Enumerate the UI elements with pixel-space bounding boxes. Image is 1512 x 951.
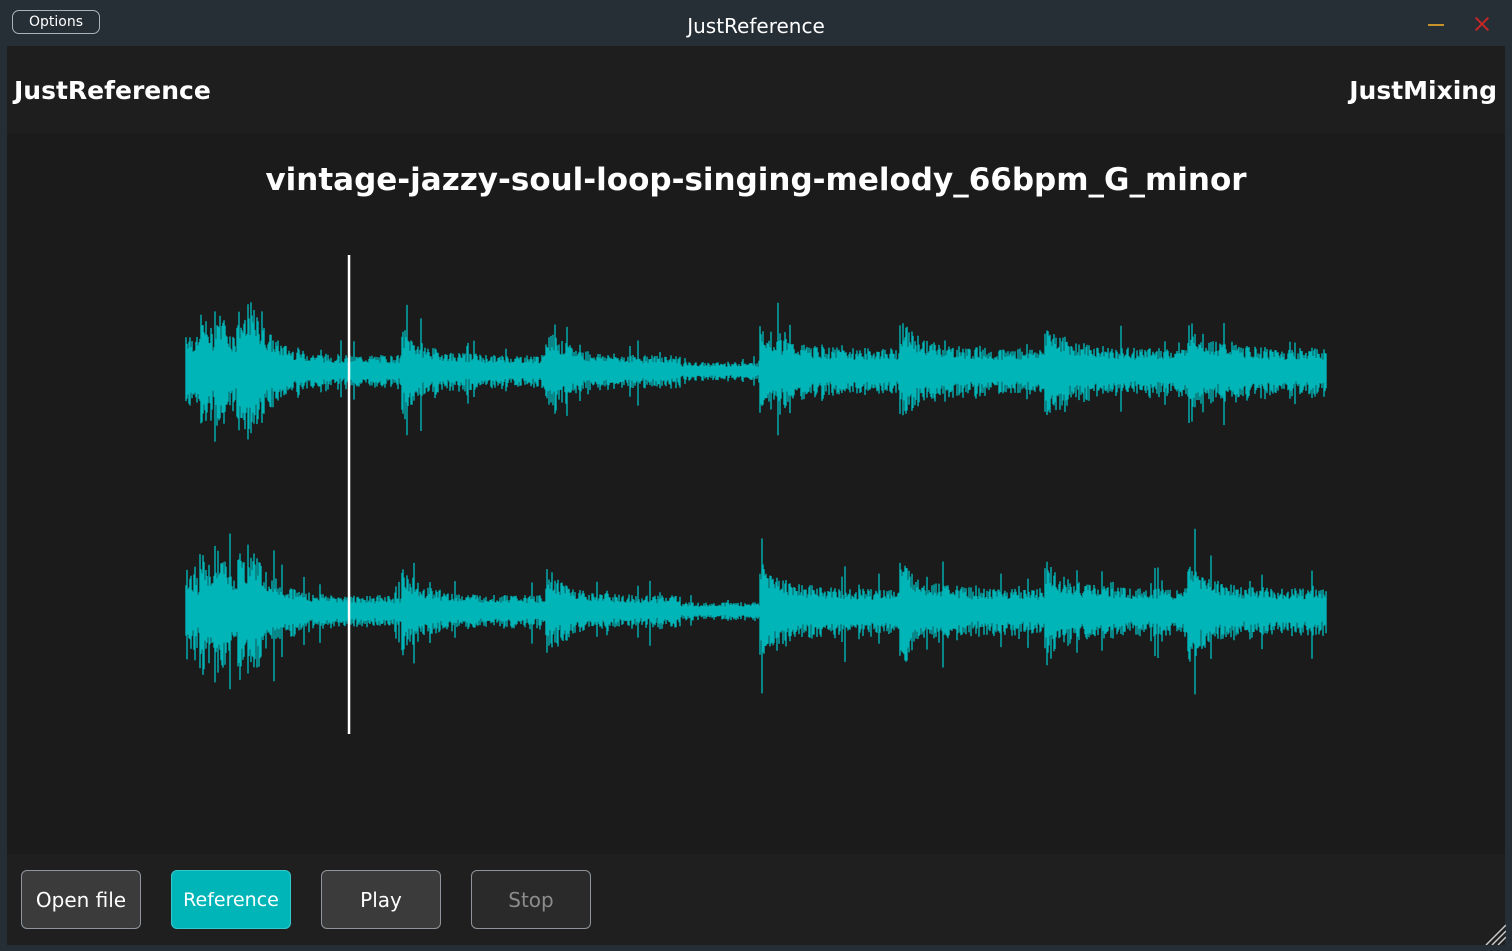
transport-bar: Open file Reference Play Stop xyxy=(7,854,1505,945)
stop-button[interactable]: Stop xyxy=(471,870,591,929)
brand-justreference: JustReference xyxy=(14,76,211,105)
reference-button[interactable]: Reference xyxy=(171,870,291,929)
open-file-button[interactable]: Open file xyxy=(21,870,141,929)
waveform-trace xyxy=(185,302,1327,442)
app-window: Options JustReference JustReference Just… xyxy=(0,0,1512,951)
waveform-channel-2 xyxy=(185,528,1327,695)
main-content: JustReference JustMixing vintage-jazzy-s… xyxy=(7,46,1505,945)
close-icon[interactable] xyxy=(1470,12,1494,36)
track-title: vintage-jazzy-soul-loop-singing-melody_6… xyxy=(265,162,1247,198)
title-bar: Options JustReference xyxy=(0,0,1512,46)
waveform-channel-1 xyxy=(185,302,1327,442)
minimize-icon[interactable] xyxy=(1424,12,1448,36)
waveform-trace xyxy=(185,528,1327,695)
brand-justmixing[interactable]: JustMixing xyxy=(1349,76,1497,105)
resize-grip-icon[interactable] xyxy=(1484,923,1506,945)
play-button[interactable]: Play xyxy=(321,870,441,929)
waveform-display[interactable] xyxy=(180,251,1335,751)
window-title: JustReference xyxy=(687,14,825,38)
header-bar: JustReference JustMixing xyxy=(7,46,1505,134)
